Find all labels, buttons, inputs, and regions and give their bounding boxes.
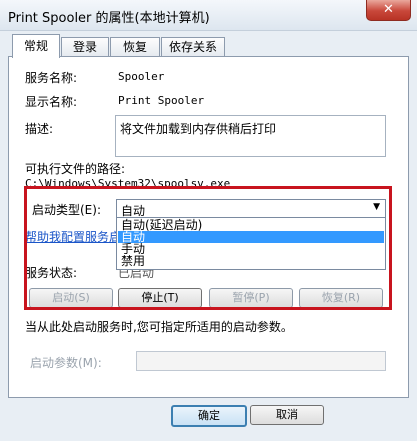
startup-type-select[interactable]: 自动 ▼ — [116, 199, 386, 219]
path-value: C:\Windows\System32\spoolsv.exe — [25, 177, 231, 190]
ok-button[interactable]: 确定 — [171, 405, 247, 427]
stop-button[interactable]: 停止(T) — [118, 288, 202, 308]
tab-dependencies[interactable]: 依存关系 — [161, 37, 225, 57]
tab-recovery[interactable]: 恢复 — [110, 37, 160, 57]
startup-option-delayed[interactable]: 自动(延迟启动) — [118, 219, 384, 231]
chevron-down-icon: ▼ — [373, 202, 380, 212]
title-bar: Print Spooler 的属性(本地计算机) ✕ — [0, 0, 417, 31]
description-box[interactable]: 将文件加载到内存供稍后打印 — [115, 115, 386, 157]
path-label: 可执行文件的路径: — [25, 162, 126, 176]
service-name-label: 服务名称: — [25, 71, 78, 85]
tab-general[interactable]: 常规 — [12, 34, 60, 58]
startup-option-disabled[interactable]: 禁用 — [118, 255, 384, 267]
start-params-input[interactable] — [136, 351, 386, 371]
startup-type-dropdown: 自动(延迟启动) 自动 手动 禁用 — [116, 217, 386, 270]
start-button[interactable]: 启动(S) — [29, 288, 113, 308]
pause-button[interactable]: 暂停(P) — [209, 288, 293, 308]
description-value: 将文件加载到内存供稍后打印 — [120, 122, 277, 136]
tab-logon[interactable]: 登录 — [61, 37, 109, 57]
service-name-value: Spooler — [118, 70, 165, 83]
startup-option-manual[interactable]: 手动 — [118, 243, 384, 255]
resume-button[interactable]: 恢复(R) — [299, 288, 383, 308]
startup-type-label: 启动类型(E): — [32, 203, 101, 217]
startup-option-automatic[interactable]: 自动 — [118, 231, 384, 243]
display-name-value: Print Spooler — [118, 94, 205, 107]
close-button[interactable]: ✕ — [366, 0, 411, 21]
close-icon: ✕ — [383, 2, 394, 17]
service-status-label: 服务状态: — [25, 266, 78, 280]
start-params-hint: 当从此处启动服务时,您可指定所适用的启动参数。 — [25, 320, 293, 334]
description-label: 描述: — [25, 122, 54, 136]
display-name-label: 显示名称: — [25, 95, 78, 109]
cancel-button[interactable]: 取消 — [250, 405, 324, 425]
start-params-label: 启动参数(M): — [30, 356, 102, 370]
window-title: Print Spooler 的属性(本地计算机) — [8, 11, 210, 26]
